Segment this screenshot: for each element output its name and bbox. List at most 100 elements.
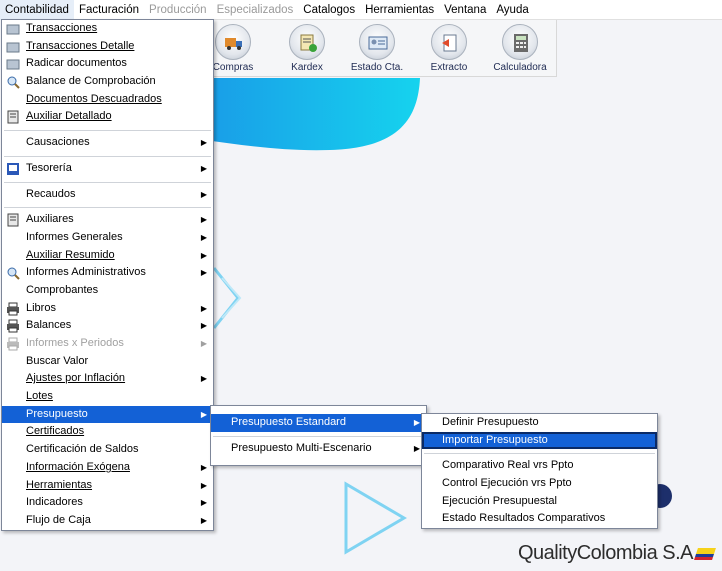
submenu-arrow-icon: ▶ (200, 250, 207, 260)
menu-item-presupuesto-multi-escenario[interactable]: Presupuesto Multi-Escenario ▶ (211, 440, 426, 458)
triangle-outline-shape (344, 481, 407, 555)
submenu-arrow-icon: ▶ (200, 138, 207, 148)
menu-item-lotes[interactable]: Lotes (2, 388, 213, 406)
menu-ventana[interactable]: Ventana (439, 0, 491, 20)
printer-icon (6, 337, 20, 351)
menu-item-importar-presupuesto[interactable]: Importar Presupuesto (422, 431, 657, 450)
menu-facturacion[interactable]: Facturación (74, 0, 144, 20)
flag-icon (694, 547, 716, 560)
menu-ayuda[interactable]: Ayuda (491, 0, 533, 20)
menu-item-auxiliar-detallado[interactable]: Auxiliar Detallado (2, 108, 213, 126)
menu-separator (422, 449, 657, 457)
menu-item-informacion-exogena[interactable]: Información Exógena ▶ (2, 459, 213, 477)
menu-item-balance-comprobacion[interactable]: Balance de Comprobación (2, 73, 213, 91)
menu-item-libros[interactable]: Libros ▶ (2, 300, 213, 318)
submenu-arrow-icon: ▶ (200, 232, 207, 242)
extracto-label: Extracto (430, 62, 468, 73)
menu-separator (2, 126, 213, 134)
calculator-icon (502, 24, 538, 60)
notebook-icon (6, 213, 20, 227)
logo-text: QualityColombia S.A (517, 542, 694, 564)
submenu-arrow-icon: ▶ (200, 321, 207, 331)
menu-item-control-ejecucion[interactable]: Control Ejecución vrs Ppto (422, 475, 657, 493)
calculadora-label: Calculadora (493, 62, 547, 73)
chevron-outline-shape (212, 267, 240, 329)
company-logo: QualityColombia S.A (517, 542, 716, 565)
menu-item-transacciones-detalle[interactable]: Transacciones Detalle (2, 38, 213, 56)
menu-contabilidad[interactable]: Contabilidad (0, 0, 74, 20)
menu-especializados[interactable]: Especializados (212, 0, 299, 20)
magnifier-icon (6, 266, 20, 280)
submenu-arrow-icon: ▶ (413, 418, 420, 427)
menu-item-comparativo-real-ppto[interactable]: Comparativo Real vrs Ppto (422, 457, 657, 475)
submenu-arrow-icon: ▶ (200, 303, 207, 313)
menu-item-indicadores[interactable]: Indicadores ▶ (2, 494, 213, 512)
menu-item-comprobantes[interactable]: Comprobantes (2, 282, 213, 300)
menu-item-estado-resultados[interactable]: Estado Resultados Comparativos (422, 510, 657, 528)
menu-item-flujo-caja[interactable]: Flujo de Caja ▶ (2, 512, 213, 530)
menu-bar: Contabilidad Facturación Producción Espe… (0, 0, 722, 20)
contabilidad-dropdown: Transacciones Transacciones Detalle Radi… (1, 19, 214, 531)
menu-separator (2, 203, 213, 211)
submenu-arrow-icon: ▶ (200, 515, 207, 525)
truck-icon (215, 24, 251, 60)
estado-cta-button[interactable]: Estado Cta. (342, 22, 412, 76)
menu-item-auxiliar-resumido[interactable]: Auxiliar Resumido ▶ (2, 247, 213, 265)
menu-item-radicar-documentos[interactable]: Radicar documentos (2, 55, 213, 73)
submenu-arrow-icon: ▶ (200, 215, 207, 225)
menu-item-balances[interactable]: Balances ▶ (2, 317, 213, 335)
printer-icon (6, 302, 20, 316)
estado-cta-label: Estado Cta. (350, 62, 404, 73)
extracto-button[interactable]: Extracto (414, 22, 484, 76)
menu-item-buscar-valor[interactable]: Buscar Valor (2, 353, 213, 371)
menu-catalogos[interactable]: Catalogos (298, 0, 360, 20)
toolbar: Compras Kardex Estado Cta. Extracto Calc… (212, 20, 557, 77)
menu-item-presupuesto-estandard[interactable]: Presupuesto Estandard ▶ (211, 414, 426, 432)
treasury-icon (6, 162, 20, 176)
menu-item-tesoreria[interactable]: Tesorería ▶ (2, 160, 213, 178)
menu-item-definir-presupuesto[interactable]: Definir Presupuesto (422, 414, 657, 432)
menu-item-presupuesto[interactable]: Presupuesto ▶ (2, 405, 213, 424)
menu-item-recaudos[interactable]: Recaudos ▶ (2, 186, 213, 204)
presupuesto-submenu: Presupuesto Estandard ▶ Presupuesto Mult… (210, 405, 427, 467)
submenu-arrow-icon: ▶ (200, 189, 207, 199)
id-card-icon (359, 24, 395, 60)
transactions-detail-icon (6, 40, 20, 54)
menu-produccion[interactable]: Producción (144, 0, 212, 20)
submenu-arrow-icon: ▶ (200, 268, 207, 278)
kardex-button[interactable]: Kardex (272, 22, 342, 76)
menu-item-herramientas[interactable]: Herramientas ▶ (2, 477, 213, 495)
menu-item-informes-x-periodos[interactable]: Informes x Periodos ▶ (2, 335, 213, 353)
menu-herramientas[interactable]: Herramientas (360, 0, 439, 20)
submenu-arrow-icon: ▶ (200, 480, 207, 490)
menu-separator (2, 152, 213, 160)
menu-item-certificacion-saldos[interactable]: Certificación de Saldos (2, 441, 213, 459)
magnifier-icon (6, 75, 20, 89)
submenu-arrow-icon: ▶ (200, 409, 207, 419)
menu-separator (211, 432, 426, 440)
submenu-arrow-icon: ▶ (200, 374, 207, 384)
menu-item-informes-generales[interactable]: Informes Generales ▶ (2, 229, 213, 247)
menu-item-ajustes-inflacion[interactable]: Ajustes por Inflación ▶ (2, 370, 213, 388)
menu-item-documentos-descuadrados[interactable]: Documentos Descuadrados (2, 91, 213, 109)
extract-icon (431, 24, 467, 60)
submenu-arrow-icon: ▶ (413, 443, 420, 453)
menu-item-transacciones[interactable]: Transacciones (2, 20, 213, 38)
calculadora-button[interactable]: Calculadora (485, 22, 555, 76)
documents-icon (6, 57, 20, 71)
kardex-label: Kardex (291, 62, 323, 73)
transactions-icon (6, 22, 20, 36)
submenu-arrow-icon: ▶ (200, 163, 207, 173)
menu-separator (2, 178, 213, 186)
presupuesto-estandard-submenu: Definir Presupuesto Importar Presupuesto… (421, 413, 658, 530)
submenu-arrow-icon: ▶ (200, 339, 207, 348)
menu-item-certificados[interactable]: Certificados (2, 423, 213, 441)
menu-item-informes-administrativos[interactable]: Informes Administrativos ▶ (2, 264, 213, 282)
notebook-icon (6, 110, 20, 124)
menu-item-causaciones[interactable]: Causaciones ▶ (2, 134, 213, 152)
submenu-arrow-icon: ▶ (200, 462, 207, 472)
menu-item-ejecucion-presupuestal[interactable]: Ejecución Presupuestal (422, 493, 657, 511)
printer-icon (6, 319, 20, 333)
kardex-icon (289, 24, 325, 60)
menu-item-auxiliares[interactable]: Auxiliares ▶ (2, 211, 213, 229)
